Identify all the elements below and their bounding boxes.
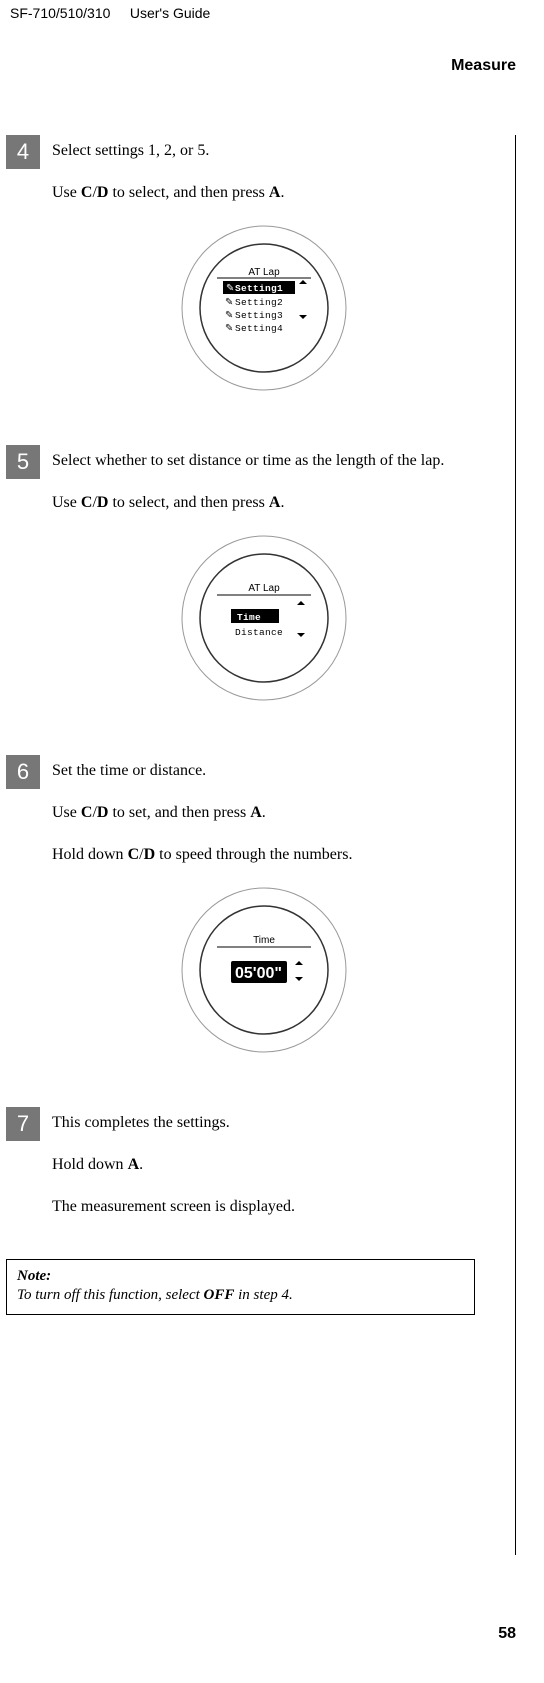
watch-figure-atlap-settings: AT Lap Setting1 ✎ Setting2 ✎ Setting3 ✎ … <box>179 223 349 393</box>
watch4-setting1: Setting1 <box>235 283 283 294</box>
step5-line1: Select whether to set distance or time a… <box>52 449 475 473</box>
note-label: Note: <box>17 1268 464 1285</box>
step-5: 5 Select whether to set distance or time… <box>6 445 475 733</box>
svg-text:✎: ✎ <box>225 310 233 321</box>
watch4-setting2: Setting2 <box>235 297 283 308</box>
step6-line1: Set the time or distance. <box>52 759 475 783</box>
svg-text:✎: ✎ <box>225 297 233 308</box>
step-number-4: 4 <box>6 135 40 169</box>
page: SF-710/510/310 User's Guide Measure 4 Se… <box>0 0 544 1683</box>
step-number-5: 5 <box>6 445 40 479</box>
note-box: Note: To turn off this function, select … <box>6 1259 475 1315</box>
watch4-setting3: Setting3 <box>235 310 283 321</box>
step4-line1: Select settings 1, 2, or 5. <box>52 139 475 163</box>
header-guide: User's Guide <box>130 5 210 21</box>
step-body-7: This completes the settings. Hold down A… <box>52 1107 475 1237</box>
page-number: 58 <box>6 1625 516 1643</box>
note-body: To turn off this function, select OFF in… <box>17 1287 293 1303</box>
watch6-title: Time <box>253 935 275 946</box>
watch5-time: Time <box>237 612 261 623</box>
watch-figure-time-value: Time 05'00" <box>179 885 349 1055</box>
watch-figure-atlap-timedist: AT Lap Time Distance <box>179 533 349 703</box>
header-line: SF-710/510/310 User's Guide <box>6 0 516 21</box>
header-model: SF-710/510/310 <box>10 5 110 21</box>
step5-line2: Use C/D to select, and then press A. <box>52 491 475 515</box>
step7-line1: This completes the settings. <box>52 1111 475 1135</box>
step4-line2: Use C/D to select, and then press A. <box>52 181 475 205</box>
step6-line2: Use C/D to set, and then press A. <box>52 801 475 825</box>
svg-text:✎: ✎ <box>226 283 234 294</box>
step-number-7: 7 <box>6 1107 40 1141</box>
watch4-setting4: Setting4 <box>235 323 283 334</box>
content-column: 4 Select settings 1, 2, or 5. Use C/D to… <box>6 135 516 1555</box>
svg-text:✎: ✎ <box>225 323 233 334</box>
step-body-5: Select whether to set distance or time a… <box>52 445 475 733</box>
step-body-4: Select settings 1, 2, or 5. Use C/D to s… <box>52 135 475 423</box>
step7-line3: The measurement screen is displayed. <box>52 1195 475 1219</box>
watch5-title: AT Lap <box>248 583 280 594</box>
step7-line2: Hold down A. <box>52 1153 475 1177</box>
step-7: 7 This completes the settings. Hold down… <box>6 1107 475 1237</box>
watch5-distance: Distance <box>235 627 283 638</box>
step6-line3: Hold down C/D to speed through the numbe… <box>52 843 475 867</box>
watch6-value: 05'00" <box>235 965 282 982</box>
chapter-title: Measure <box>6 57 516 75</box>
step-number-6: 6 <box>6 755 40 789</box>
step-4: 4 Select settings 1, 2, or 5. Use C/D to… <box>6 135 475 423</box>
watch4-title: AT Lap <box>248 267 280 278</box>
step-body-6: Set the time or distance. Use C/D to set… <box>52 755 475 1085</box>
step-6: 6 Set the time or distance. Use C/D to s… <box>6 755 475 1085</box>
